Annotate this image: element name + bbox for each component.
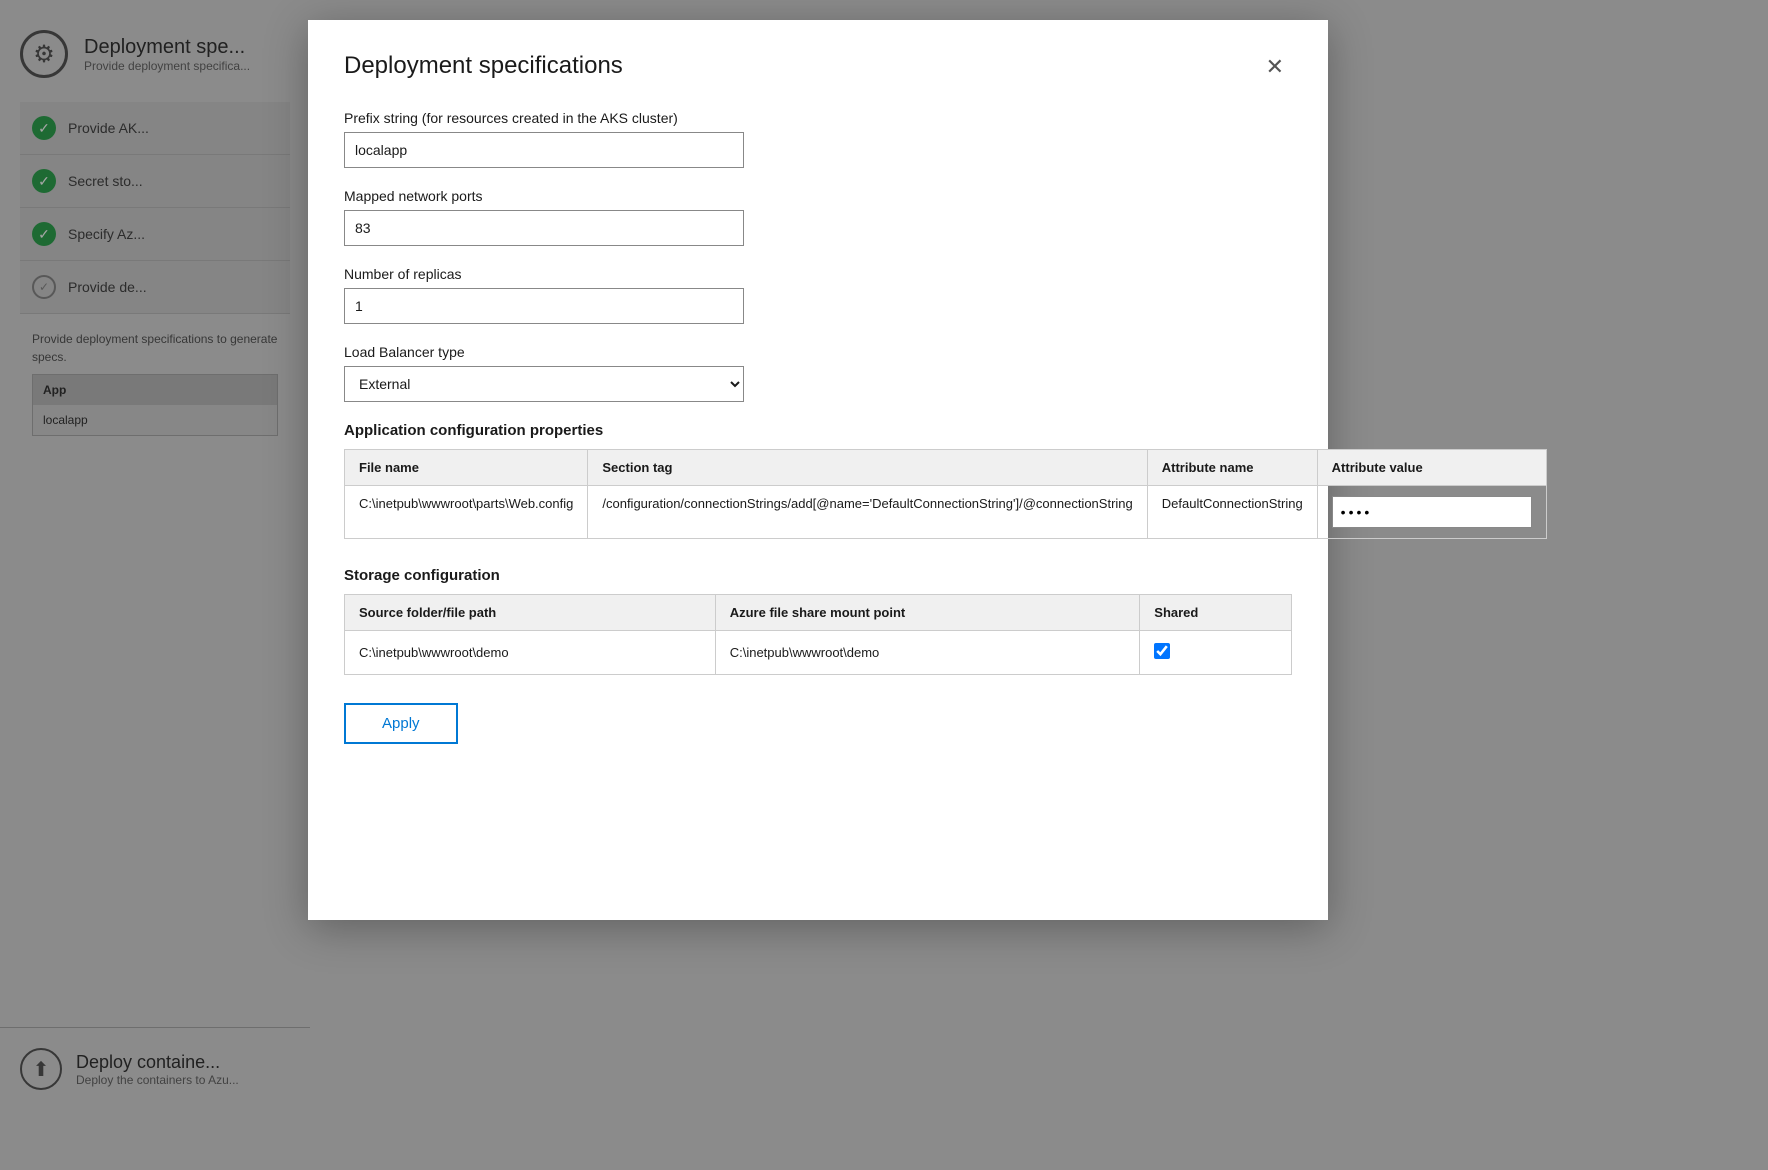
prefix-form-group: Prefix string (for resources created in … bbox=[344, 110, 1292, 168]
col-shared: Shared bbox=[1140, 595, 1292, 631]
col-mount-point: Azure file share mount point bbox=[715, 595, 1140, 631]
lb-select[interactable]: External Internal None bbox=[344, 366, 744, 402]
prefix-label: Prefix string (for resources created in … bbox=[344, 110, 1292, 126]
col-attr-name: Attribute name bbox=[1147, 450, 1317, 486]
lb-label: Load Balancer type bbox=[344, 344, 1292, 360]
cell-attr-name: DefaultConnectionString bbox=[1147, 486, 1317, 539]
storage-tbody: C:\inetpub\wwwroot\demo C:\inetpub\wwwro… bbox=[345, 631, 1292, 675]
cell-mount-point: C:\inetpub\wwwroot\demo bbox=[715, 631, 1140, 675]
replicas-input[interactable] bbox=[344, 288, 744, 324]
modal-dialog: Deployment specifications ✕ Prefix strin… bbox=[308, 20, 1328, 920]
apply-button[interactable]: Apply bbox=[344, 703, 458, 744]
prefix-input[interactable] bbox=[344, 132, 744, 168]
ports-label: Mapped network ports bbox=[344, 188, 1292, 204]
storage-config-section: Storage configuration Source folder/file… bbox=[344, 567, 1292, 675]
storage-config-table: Source folder/file path Azure file share… bbox=[344, 594, 1292, 675]
lb-form-group: Load Balancer type External Internal Non… bbox=[344, 344, 1292, 402]
replicas-label: Number of replicas bbox=[344, 266, 1292, 282]
col-section-tag: Section tag bbox=[588, 450, 1147, 486]
app-config-tbody: C:\inetpub\wwwroot\parts\Web.config /con… bbox=[345, 486, 1547, 539]
storage-thead: Source folder/file path Azure file share… bbox=[345, 595, 1292, 631]
storage-config-title: Storage configuration bbox=[344, 567, 1292, 584]
modal-title: Deployment specifications bbox=[344, 52, 623, 80]
col-attr-value: Attribute value bbox=[1317, 450, 1546, 486]
cell-source-path: C:\inetpub\wwwroot\demo bbox=[345, 631, 716, 675]
ports-input[interactable] bbox=[344, 210, 744, 246]
app-config-table: File name Section tag Attribute name Att… bbox=[344, 449, 1547, 539]
app-config-thead: File name Section tag Attribute name Att… bbox=[345, 450, 1547, 486]
close-button[interactable]: ✕ bbox=[1258, 52, 1292, 82]
modal-header: Deployment specifications ✕ bbox=[344, 52, 1292, 82]
col-source-path: Source folder/file path bbox=[345, 595, 716, 631]
storage-row: C:\inetpub\wwwroot\demo C:\inetpub\wwwro… bbox=[345, 631, 1292, 675]
attr-value-input[interactable] bbox=[1332, 496, 1532, 528]
app-config-title: Application configuration properties bbox=[344, 422, 1292, 439]
cell-attr-value bbox=[1317, 486, 1546, 539]
replicas-form-group: Number of replicas bbox=[344, 266, 1292, 324]
cell-section-tag: /configuration/connectionStrings/add[@na… bbox=[588, 486, 1147, 539]
app-config-section: Application configuration properties Fil… bbox=[344, 422, 1292, 539]
storage-header-row: Source folder/file path Azure file share… bbox=[345, 595, 1292, 631]
shared-checkbox[interactable] bbox=[1154, 643, 1170, 659]
app-config-header-row: File name Section tag Attribute name Att… bbox=[345, 450, 1547, 486]
app-config-row: C:\inetpub\wwwroot\parts\Web.config /con… bbox=[345, 486, 1547, 539]
cell-shared bbox=[1140, 631, 1292, 675]
cell-file-name: C:\inetpub\wwwroot\parts\Web.config bbox=[345, 486, 588, 539]
ports-form-group: Mapped network ports bbox=[344, 188, 1292, 246]
col-file-name: File name bbox=[345, 450, 588, 486]
